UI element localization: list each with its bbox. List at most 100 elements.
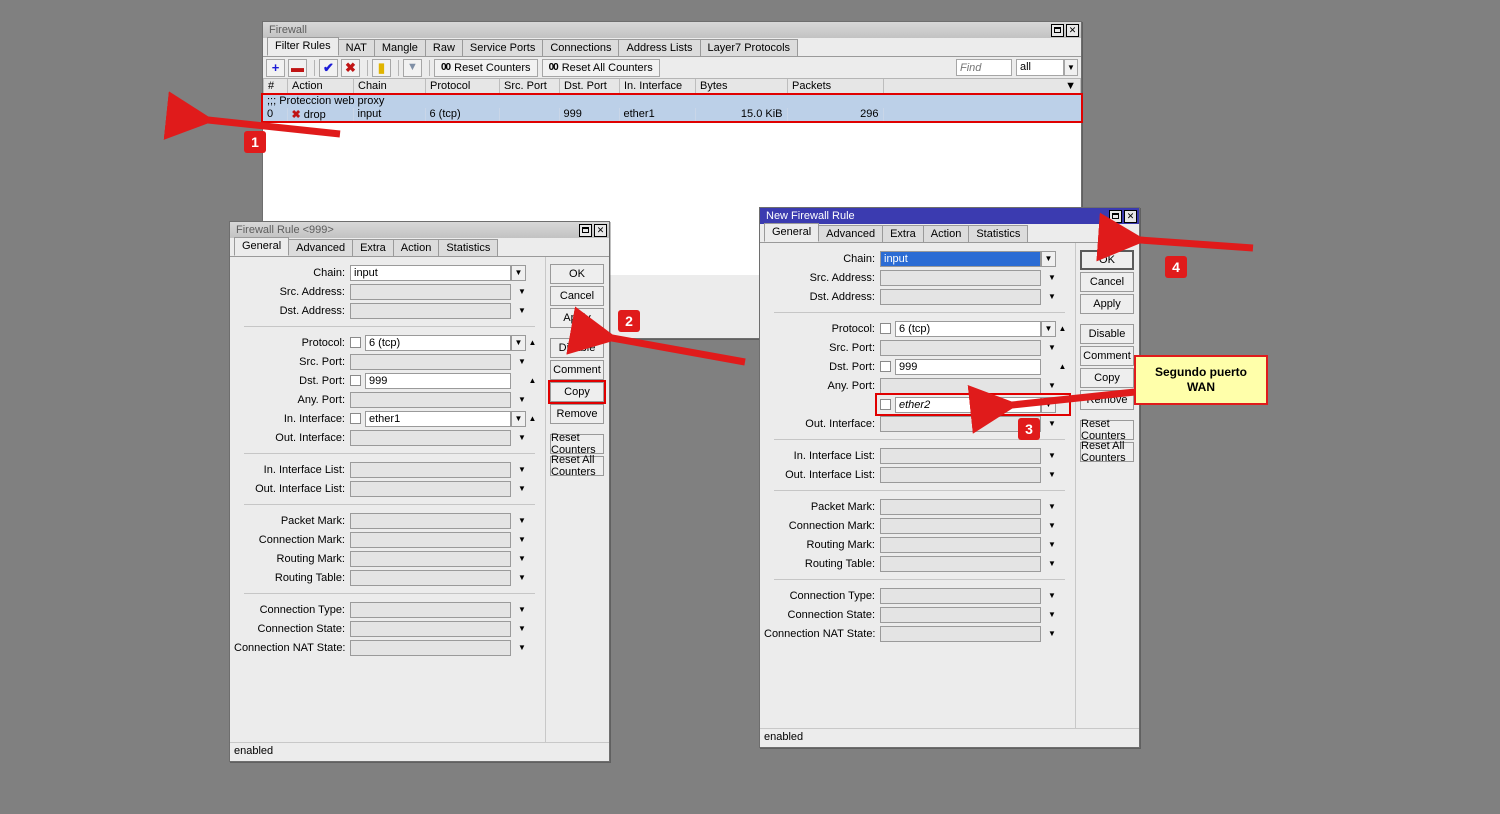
src-address-dropdown-icon[interactable]: ▼ — [1045, 273, 1059, 282]
dst-port-checkbox[interactable] — [880, 361, 891, 372]
connection-mark-dropdown-icon[interactable]: ▼ — [515, 535, 529, 544]
col-dst-port[interactable]: Dst. Port — [559, 79, 620, 95]
connection-type-dropdown-icon[interactable]: ▼ — [515, 605, 529, 614]
dst-port-input[interactable]: 999 — [895, 358, 1041, 375]
in-interface-list-dropdown-icon[interactable]: ▼ — [1045, 451, 1059, 460]
in-interface-checkbox[interactable] — [350, 413, 361, 424]
col-in-interface[interactable]: In. Interface — [619, 79, 696, 95]
comment-button[interactable]: Comment — [550, 360, 604, 380]
packet-mark-dropdown-icon[interactable]: ▼ — [1045, 502, 1059, 511]
reset-counters-button[interactable]: 00 Reset Counters — [434, 58, 538, 77]
dst-port-checkbox[interactable] — [350, 375, 361, 386]
col-num[interactable]: # — [263, 79, 288, 95]
tab-action[interactable]: Action — [392, 239, 440, 256]
connection-state-input[interactable] — [880, 606, 1041, 623]
connection-nat-state-dropdown-icon[interactable]: ▼ — [515, 643, 529, 652]
connection-nat-state-input[interactable] — [880, 625, 1041, 642]
protocol-dropdown-icon[interactable]: ▼ — [1041, 320, 1056, 337]
tab-raw[interactable]: Raw — [424, 39, 463, 56]
chain-input[interactable]: input — [880, 250, 1041, 267]
tab-statistics[interactable]: Statistics — [438, 239, 499, 256]
connection-nat-state-dropdown-icon[interactable]: ▼ — [1045, 629, 1059, 638]
src-port-dropdown-icon[interactable]: ▼ — [1045, 343, 1059, 352]
disable-button[interactable]: Disable — [1080, 324, 1134, 344]
col-packets[interactable]: Packets — [787, 79, 884, 95]
maximize-icon[interactable] — [1109, 209, 1122, 223]
col-protocol[interactable]: Protocol — [425, 79, 500, 95]
connection-type-dropdown-icon[interactable]: ▼ — [1045, 591, 1059, 600]
routing-table-input[interactable] — [880, 555, 1041, 572]
routing-table-input[interactable] — [350, 569, 511, 586]
tab-filter-rules[interactable]: Filter Rules — [267, 37, 339, 56]
close-icon[interactable]: ✕ — [1124, 209, 1137, 223]
col-extra[interactable]: ▼ — [883, 79, 1081, 95]
out-interface-dropdown-icon[interactable]: ▼ — [1045, 419, 1059, 428]
filter-button[interactable]: ▼ — [403, 58, 422, 77]
in-interface-input[interactable]: ether1 — [365, 410, 511, 427]
remove-button[interactable]: ▬ — [288, 58, 307, 77]
out-interface-list-input[interactable] — [350, 480, 511, 497]
apply-button[interactable]: Apply — [1080, 294, 1134, 314]
col-src-port[interactable]: Src. Port — [499, 79, 560, 95]
connection-state-dropdown-icon[interactable]: ▼ — [1045, 610, 1059, 619]
any-port-input[interactable] — [880, 377, 1041, 394]
routing-mark-input[interactable] — [880, 536, 1041, 553]
protocol-input[interactable]: 6 (tcp) — [895, 320, 1041, 337]
in-interface-list-input[interactable] — [880, 447, 1041, 464]
connection-mark-dropdown-icon[interactable]: ▼ — [1045, 521, 1059, 530]
tab-layer7-protocols[interactable]: Layer7 Protocols — [699, 39, 799, 56]
reset-all-counters-button[interactable]: Reset All Counters — [550, 454, 604, 478]
add-button[interactable]: + — [266, 58, 285, 77]
connection-mark-input[interactable] — [350, 531, 511, 548]
src-address-input[interactable] — [880, 269, 1041, 286]
routing-mark-dropdown-icon[interactable]: ▼ — [515, 554, 529, 563]
any-port-dropdown-icon[interactable]: ▼ — [515, 395, 529, 404]
chain-dropdown-icon[interactable]: ▼ — [511, 264, 526, 281]
protocol-input[interactable]: 6 (tcp) — [365, 334, 511, 351]
src-port-input[interactable] — [350, 353, 511, 370]
dst-port-input[interactable]: 999 — [365, 372, 511, 389]
disable-button[interactable]: ✖ — [341, 58, 360, 77]
tab-extra[interactable]: Extra — [352, 239, 394, 256]
connection-state-input[interactable] — [350, 620, 511, 637]
tab-mangle[interactable]: Mangle — [373, 39, 426, 56]
ok-button[interactable]: OK — [550, 264, 604, 284]
col-chain[interactable]: Chain — [353, 79, 426, 95]
routing-table-dropdown-icon[interactable]: ▼ — [515, 573, 529, 582]
enable-button[interactable]: ✔ — [319, 58, 338, 77]
chevron-down-icon[interactable]: ▼ — [1064, 59, 1078, 76]
dst-address-dropdown-icon[interactable]: ▼ — [515, 306, 529, 315]
comment-button[interactable]: ▮ — [372, 58, 391, 77]
protocol-checkbox[interactable] — [880, 323, 891, 334]
filter-select[interactable]: all — [1016, 59, 1064, 76]
dst-address-dropdown-icon[interactable]: ▼ — [1045, 292, 1059, 301]
tab-connections[interactable]: Connections — [542, 39, 620, 56]
out-interface-list-dropdown-icon[interactable]: ▼ — [1045, 470, 1059, 479]
dst-port-negate-icon[interactable]: ▲ — [1056, 362, 1069, 371]
table-row[interactable]: 0 ✖ drop input 6 (tcp) 999 ether1 15.0 K… — [263, 107, 1081, 121]
out-interface-list-input[interactable] — [880, 466, 1041, 483]
out-interface-dropdown-icon[interactable]: ▼ — [515, 433, 529, 442]
disable-button[interactable]: Disable — [550, 338, 604, 358]
src-port-dropdown-icon[interactable]: ▼ — [515, 357, 529, 366]
tab-action[interactable]: Action — [922, 225, 970, 242]
src-address-dropdown-icon[interactable]: ▼ — [515, 287, 529, 296]
reset-all-counters-button[interactable]: 00 Reset All Counters — [541, 58, 660, 77]
connection-mark-input[interactable] — [880, 517, 1041, 534]
tab-statistics[interactable]: Statistics — [968, 225, 1029, 242]
tab-nat[interactable]: NAT — [337, 39, 375, 56]
any-port-dropdown-icon[interactable]: ▼ — [1045, 381, 1059, 390]
in-interface-dropdown-icon[interactable]: ▼ — [1041, 396, 1056, 413]
in-interface-negate-icon[interactable]: ▲ — [526, 414, 539, 423]
cancel-button[interactable]: Cancel — [1080, 272, 1134, 292]
dst-address-input[interactable] — [350, 302, 511, 319]
protocol-negate-icon[interactable]: ▲ — [1056, 324, 1069, 333]
tab-extra[interactable]: Extra — [882, 225, 924, 242]
ok-button[interactable]: OK — [1080, 250, 1134, 270]
out-interface-input[interactable] — [880, 415, 1041, 432]
remove-button[interactable]: Remove — [1080, 390, 1134, 410]
tab-advanced[interactable]: Advanced — [818, 225, 884, 242]
in-interface-list-dropdown-icon[interactable]: ▼ — [515, 465, 529, 474]
col-bytes[interactable]: Bytes — [695, 79, 788, 95]
cancel-button[interactable]: Cancel — [550, 286, 604, 306]
